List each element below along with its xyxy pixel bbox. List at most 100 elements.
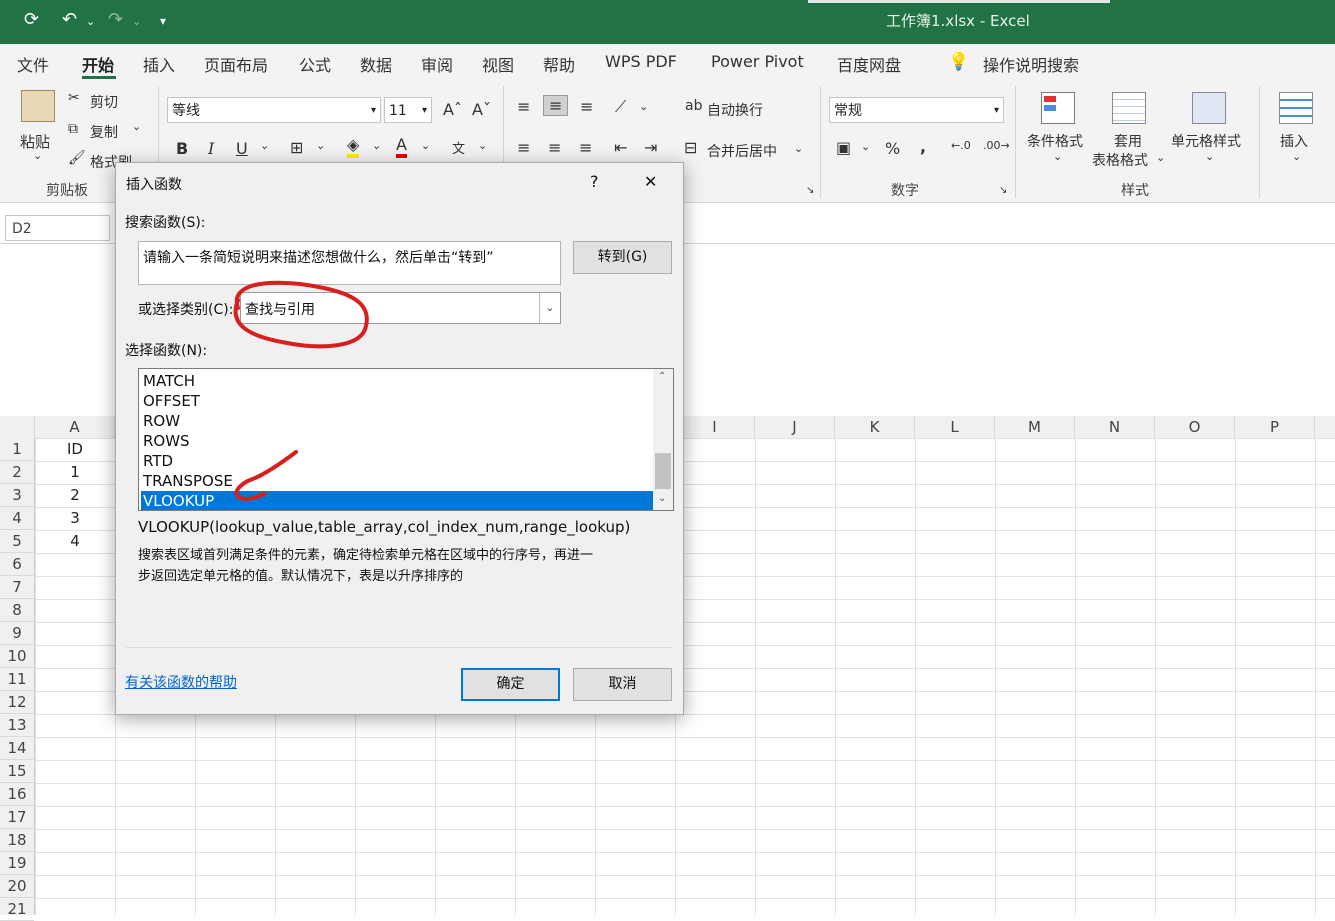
orientation-dropdown-icon[interactable]: ⌄ <box>639 100 648 113</box>
format-as-table-label-1[interactable]: 套用 <box>1114 131 1142 151</box>
align-left-icon[interactable]: ≡ <box>517 138 530 157</box>
align-bottom-icon[interactable]: ≡ <box>580 97 593 116</box>
tab-wps-pdf[interactable]: WPS PDF <box>605 52 677 71</box>
function-list[interactable]: MATCH OFFSET ROW ROWS RTD TRANSPOSE VLOO… <box>138 368 674 511</box>
row-header-19[interactable]: 19 <box>0 852 34 875</box>
row-header-1[interactable]: 1 <box>0 438 34 461</box>
number-format-combo[interactable]: 常规 ▾ <box>829 97 1004 123</box>
decrease-font-icon[interactable]: Aˇ <box>472 100 491 119</box>
format-as-table-button[interactable]: 表格格式 <box>1092 150 1148 170</box>
row-header-7[interactable]: 7 <box>0 576 34 599</box>
decrease-indent-icon[interactable]: ⇤ <box>614 138 627 157</box>
category-select[interactable]: 查找与引用 ⌄ <box>240 292 561 324</box>
align-top-icon[interactable]: ≡ <box>517 97 530 116</box>
decrease-decimal-icon[interactable]: .00→ <box>983 139 1010 152</box>
tab-file[interactable]: 文件 <box>17 52 49 76</box>
cell-a5[interactable]: 4 <box>35 530 115 553</box>
list-item[interactable]: TRANSPOSE <box>141 471 653 491</box>
borders-icon[interactable]: ⊞ <box>290 138 303 157</box>
ok-button[interactable]: 确定 <box>461 668 560 701</box>
alignment-launcher-icon[interactable]: ↘ <box>806 185 814 196</box>
copy-dropdown-icon[interactable]: ⌄ <box>132 120 141 133</box>
column-header-j[interactable]: J <box>755 416 835 438</box>
column-header-i[interactable]: I <box>675 416 755 438</box>
number-launcher-icon[interactable]: ↘ <box>999 185 1007 196</box>
cell-a4[interactable]: 3 <box>35 507 115 530</box>
cut-icon[interactable]: ✂ <box>68 90 80 106</box>
font-size-combo[interactable]: 11 ▾ <box>384 97 432 123</box>
tab-help[interactable]: 帮助 <box>543 52 575 76</box>
merge-center-button[interactable]: 合并后居中 <box>707 141 777 161</box>
list-scrollbar[interactable]: ⌃ ⌄ <box>653 369 673 510</box>
column-header-k[interactable]: K <box>835 416 915 438</box>
row-header-14[interactable]: 14 <box>0 737 34 760</box>
phonetic-icon[interactable]: 文 <box>452 138 465 157</box>
insert-dropdown-icon[interactable]: ⌄ <box>1292 150 1301 163</box>
conditional-format-button[interactable]: 条件格式 <box>1027 131 1083 151</box>
copy-icon[interactable]: ⧉ <box>68 121 78 137</box>
go-button[interactable]: 转到(G) <box>573 241 672 274</box>
underline-button[interactable]: U <box>236 139 248 158</box>
align-middle-icon[interactable]: ≡ <box>543 95 569 116</box>
row-header-16[interactable]: 16 <box>0 783 34 806</box>
wrap-text-icon[interactable]: ab <box>685 98 702 114</box>
increase-indent-icon[interactable]: ⇥ <box>644 138 657 157</box>
row-header-15[interactable]: 15 <box>0 760 34 783</box>
merge-center-icon[interactable]: ⊟ <box>684 138 697 157</box>
undo-icon[interactable]: ↶ <box>62 9 77 30</box>
row-header-2[interactable]: 2 <box>0 461 34 484</box>
tab-formulas[interactable]: 公式 <box>299 52 331 76</box>
redo-dropdown-icon[interactable]: ⌄ <box>132 15 141 28</box>
close-icon[interactable]: ✕ <box>644 172 657 191</box>
tab-data[interactable]: 数据 <box>360 52 392 76</box>
tab-power-pivot[interactable]: Power Pivot <box>711 52 804 71</box>
name-box[interactable]: D2 <box>5 215 110 241</box>
row-header-10[interactable]: 10 <box>0 645 34 668</box>
insert-cells-button[interactable]: 插入 <box>1280 131 1308 151</box>
scrollbar-thumb[interactable] <box>655 453 671 489</box>
list-item[interactable]: RTD <box>141 451 653 471</box>
increase-decimal-icon[interactable]: ←.0 <box>951 139 971 152</box>
underline-dropdown-icon[interactable]: ⌄ <box>260 139 269 152</box>
insert-cells-icon[interactable] <box>1279 92 1313 124</box>
row-header-11[interactable]: 11 <box>0 668 34 691</box>
list-item[interactable]: ROWS <box>141 431 653 451</box>
comma-button[interactable]: , <box>920 137 926 156</box>
bold-button[interactable]: B <box>176 139 188 158</box>
increase-font-icon[interactable]: Aˆ <box>443 100 462 119</box>
search-function-input[interactable]: 请输入一条简短说明来描述您想做什么，然后单击“转到” <box>138 241 561 285</box>
column-header-m[interactable]: M <box>995 416 1075 438</box>
italic-button[interactable]: I <box>208 139 214 158</box>
accounting-dropdown-icon[interactable]: ⌄ <box>861 140 870 153</box>
column-header-l[interactable]: L <box>915 416 995 438</box>
fill-color-dropdown-icon[interactable]: ⌄ <box>372 139 381 152</box>
merge-center-dropdown-icon[interactable]: ⌄ <box>794 142 803 155</box>
column-header-a[interactable]: A <box>35 416 115 438</box>
tab-review[interactable]: 审阅 <box>421 52 453 76</box>
tab-view[interactable]: 视图 <box>482 52 514 76</box>
column-header-o[interactable]: O <box>1155 416 1235 438</box>
autosave-icon[interactable]: ⟳ <box>24 9 39 30</box>
tell-me-search[interactable]: 操作说明搜索 <box>983 52 1079 76</box>
list-item[interactable]: OFFSET <box>141 391 653 411</box>
font-name-combo[interactable]: 等线 ▾ <box>167 97 381 123</box>
format-as-table-icon[interactable] <box>1112 92 1146 124</box>
cell-a3[interactable]: 2 <box>35 484 115 507</box>
format-as-table-dropdown-icon[interactable]: ⌄ <box>1156 151 1165 164</box>
row-header-20[interactable]: 20 <box>0 875 34 898</box>
row-header-18[interactable]: 18 <box>0 829 34 852</box>
orientation-icon[interactable]: ⟋ <box>615 97 626 117</box>
wrap-text-button[interactable]: 自动换行 <box>707 100 763 120</box>
tab-home[interactable]: 开始 <box>82 52 114 76</box>
customize-qat-icon[interactable]: ▾ <box>160 14 166 28</box>
row-header-5[interactable]: 5 <box>0 530 34 553</box>
list-item[interactable]: MATCH <box>141 371 653 391</box>
scroll-up-icon[interactable]: ⌃ <box>658 371 666 382</box>
borders-dropdown-icon[interactable]: ⌄ <box>316 139 325 152</box>
scroll-down-icon[interactable]: ⌄ <box>658 493 666 504</box>
select-all-corner[interactable] <box>0 416 35 438</box>
align-center-icon[interactable]: ≡ <box>548 138 561 157</box>
redo-icon[interactable]: ↷ <box>108 9 123 30</box>
list-item-selected[interactable]: VLOOKUP <box>141 491 653 510</box>
format-painter-icon[interactable]: 🖌 <box>68 150 86 166</box>
